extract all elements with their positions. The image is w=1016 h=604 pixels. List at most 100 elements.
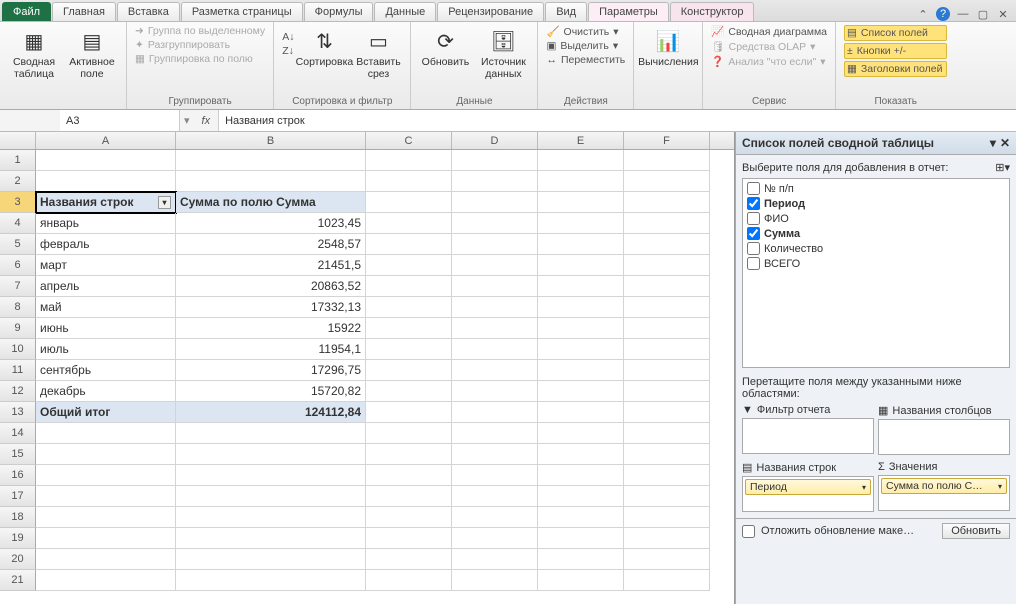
cell[interactable] [176,486,366,507]
cell[interactable] [366,402,452,423]
column-header-D[interactable]: D [452,132,538,149]
cell[interactable] [538,192,624,213]
pane-close-icon[interactable]: ✕ [1000,136,1010,150]
cell[interactable] [366,486,452,507]
cell[interactable] [366,297,452,318]
sort-asc-icon[interactable]: A↓ [282,31,294,43]
cell[interactable] [538,150,624,171]
cell[interactable] [538,297,624,318]
group-selection-button[interactable]: ➜ Группа по выделенному [135,25,265,37]
cell[interactable] [538,276,624,297]
row-header[interactable]: 10 [0,339,36,360]
cell[interactable]: 15922 [176,318,366,339]
headers-toggle[interactable]: ▦ Заголовки полей [844,61,947,77]
cell[interactable] [538,171,624,192]
cell[interactable] [36,528,176,549]
cell[interactable] [366,339,452,360]
field-checkbox[interactable] [747,212,760,225]
cell[interactable]: Общий итог [36,402,176,423]
tab-design[interactable]: Конструктор [670,2,755,21]
row-header[interactable]: 20 [0,549,36,570]
cell[interactable] [452,171,538,192]
cell[interactable] [624,339,710,360]
minimize-ribbon-icon[interactable]: ⌃ [916,7,930,21]
tab-insert[interactable]: Вставка [117,2,180,21]
defer-update-checkbox[interactable] [742,525,755,538]
cell[interactable]: 17332,13 [176,297,366,318]
cell[interactable] [452,402,538,423]
cell[interactable] [366,423,452,444]
cell[interactable] [452,444,538,465]
tab-view[interactable]: Вид [545,2,587,21]
cell[interactable]: июль [36,339,176,360]
namebox-dropdown-icon[interactable]: ▾ [180,114,194,127]
row-header[interactable]: 14 [0,423,36,444]
cell[interactable] [36,444,176,465]
cell[interactable] [36,171,176,192]
cell[interactable] [366,507,452,528]
cell[interactable] [624,255,710,276]
cell[interactable] [624,465,710,486]
cell[interactable] [36,486,176,507]
cell[interactable] [538,318,624,339]
cell[interactable] [452,570,538,591]
restore-icon[interactable]: ▢ [976,7,990,21]
column-header-F[interactable]: F [624,132,710,149]
column-header-C[interactable]: C [366,132,452,149]
cell[interactable] [452,507,538,528]
cell[interactable] [452,192,538,213]
cell[interactable] [624,381,710,402]
field-item[interactable]: Сумма [745,226,1007,241]
cell[interactable] [176,528,366,549]
row-header[interactable]: 9 [0,318,36,339]
active-field-button[interactable]: ▤ Активное поле [66,25,118,80]
column-header-E[interactable]: E [538,132,624,149]
cell[interactable] [36,150,176,171]
cell[interactable] [538,339,624,360]
cell[interactable] [538,486,624,507]
field-checkbox[interactable] [747,227,760,240]
clear-button[interactable]: 🧹 Очистить ▾ [546,25,625,38]
row-header[interactable]: 8 [0,297,36,318]
cell[interactable] [624,507,710,528]
cell[interactable]: 17296,75 [176,360,366,381]
update-button[interactable]: Обновить [942,523,1010,539]
field-item[interactable]: Количество [745,241,1007,256]
row-header[interactable]: 6 [0,255,36,276]
column-header-A[interactable]: A [36,132,176,149]
cell[interactable] [176,507,366,528]
cell[interactable]: февраль [36,234,176,255]
cell[interactable]: 2548,57 [176,234,366,255]
cell[interactable] [452,255,538,276]
field-item[interactable]: Период [745,196,1007,211]
cell[interactable] [366,192,452,213]
columns-area[interactable] [878,419,1010,455]
cell[interactable] [36,549,176,570]
row-header[interactable]: 13 [0,402,36,423]
cell[interactable] [176,570,366,591]
cell[interactable] [366,360,452,381]
select-all-corner[interactable] [0,132,36,149]
name-box[interactable]: A3 [60,110,180,131]
cell[interactable] [624,171,710,192]
minimize-icon[interactable]: — [956,7,970,21]
cell[interactable] [366,150,452,171]
tab-file[interactable]: Файл [2,2,51,21]
worksheet-grid[interactable]: ABCDEF 123Названия строк▾Сумма по полю С… [0,132,735,604]
cell[interactable]: Названия строк▾ [36,192,176,213]
tab-data[interactable]: Данные [374,2,436,21]
cell[interactable]: март [36,255,176,276]
cell[interactable] [452,276,538,297]
cell[interactable] [452,360,538,381]
cell[interactable] [176,150,366,171]
whatif-button[interactable]: ❓ Анализ "что если" ▾ [711,55,827,68]
cell[interactable] [36,507,176,528]
filter-area[interactable] [742,418,874,454]
cell[interactable] [366,528,452,549]
row-header[interactable]: 21 [0,570,36,591]
row-header[interactable]: 16 [0,465,36,486]
cell[interactable]: 15720,82 [176,381,366,402]
tab-home[interactable]: Главная [52,2,116,21]
row-header[interactable]: 12 [0,381,36,402]
close-icon[interactable]: ✕ [996,7,1010,21]
